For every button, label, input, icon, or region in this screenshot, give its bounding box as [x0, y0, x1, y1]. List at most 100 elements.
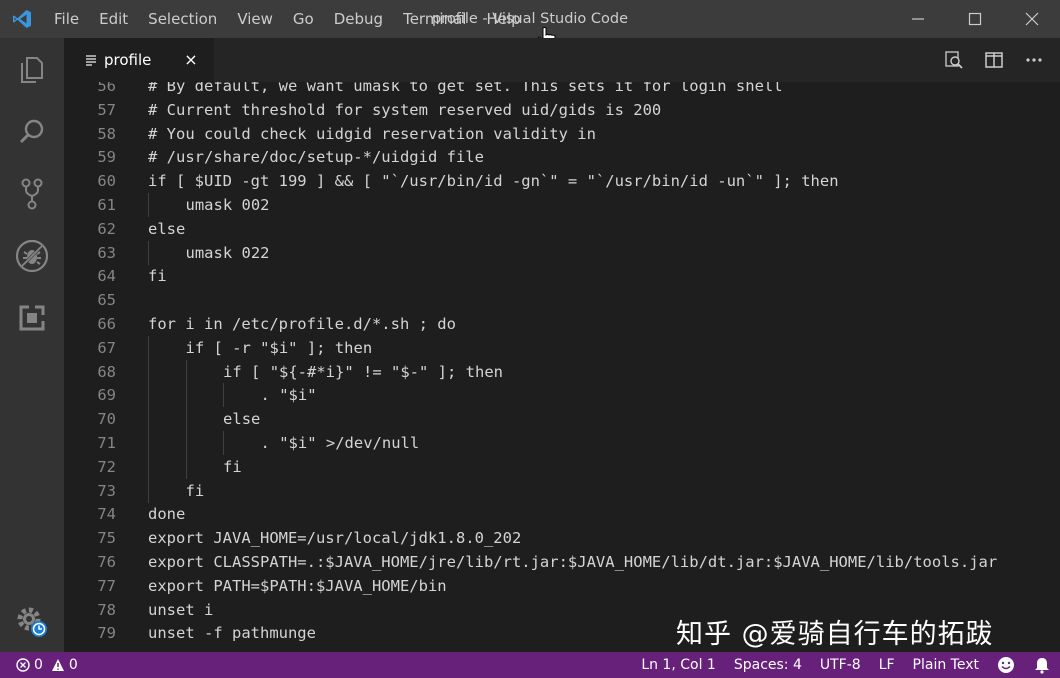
search-button[interactable] [0, 102, 64, 162]
line-number: 72 [97, 457, 116, 476]
file-encoding[interactable]: UTF-8 [820, 657, 861, 673]
line-number: 67 [97, 338, 116, 357]
source-control-icon [21, 178, 43, 210]
feedback-button[interactable] [997, 656, 1015, 674]
menu-view[interactable]: View [227, 0, 283, 38]
code-line[interactable]: 66 for i in /etc/profile.d/*.sh ; do [64, 312, 1060, 336]
debug-button[interactable] [0, 226, 64, 286]
more-actions-button[interactable] [1014, 38, 1054, 82]
cursor-position[interactable]: Ln 1, Col 1 [641, 657, 716, 673]
line-number: 56 [97, 82, 116, 95]
menu-help[interactable]: Help [476, 0, 530, 38]
line-text: unset -f pathmunge [148, 624, 316, 643]
menu-go[interactable]: Go [283, 0, 324, 38]
tab-bar: profile × [64, 38, 1060, 82]
code-line[interactable]: 58 # You could check uidgid reservation v… [64, 122, 1060, 146]
indent-guide [148, 193, 149, 217]
code-line[interactable]: 69 . "$i" [64, 383, 1060, 408]
line-text: unset i [148, 600, 214, 619]
menu-bar: File Edit Selection View Go Debug Termin… [44, 0, 531, 38]
line-text: export JAVA_HOME=/usr/local/jdk1.8.0_202 [148, 529, 522, 548]
tab-profile[interactable]: profile × [64, 38, 214, 82]
indent-guide [148, 431, 149, 455]
error-count: 0 [34, 657, 43, 673]
minimize-button[interactable] [889, 0, 946, 38]
title-bar: File Edit Selection View Go Debug Termin… [0, 0, 1060, 38]
menu-edit[interactable]: Edit [89, 0, 138, 38]
extensions-icon [19, 305, 45, 331]
code-line[interactable]: 60 if [ $UID -gt 199 ] && [ "`/usr/bin/id… [64, 169, 1060, 193]
debug-icon [15, 239, 49, 273]
open-preview-button[interactable] [934, 38, 974, 82]
line-number: 57 [97, 100, 116, 119]
indent-guide [185, 431, 187, 455]
search-icon [19, 119, 44, 144]
vscode-logo-icon [0, 0, 44, 38]
line-number: 59 [97, 148, 116, 167]
code-line[interactable]: 72 fi [64, 454, 1060, 479]
code-line[interactable]: 75 export JAVA_HOME=/usr/local/jdk1.8.0_2… [64, 526, 1060, 550]
tab-label: profile [104, 51, 152, 69]
tab-close-button[interactable]: × [182, 50, 200, 69]
indent-guide [185, 407, 187, 432]
code-line[interactable]: 70 else [64, 407, 1060, 432]
indentation-setting[interactable]: Spaces: 4 [734, 657, 802, 673]
code-line[interactable]: 57 # Current threshold for system reserve… [64, 98, 1060, 122]
line-number: 78 [97, 600, 116, 619]
problems-status[interactable]: 0 0 [16, 657, 78, 673]
code-line[interactable]: 77 export PATH=$PATH:$JAVA_HOME/bin [64, 574, 1060, 598]
line-number: 60 [97, 172, 116, 191]
window-controls [889, 0, 1060, 38]
open-preview-icon [945, 51, 963, 69]
menu-selection[interactable]: Selection [138, 0, 227, 38]
language-mode[interactable]: Plain Text [913, 657, 979, 673]
line-text: umask 002 [185, 196, 270, 214]
code-line[interactable]: 59 # /usr/share/doc/setup-*/uidgid file [64, 145, 1060, 169]
line-number: 61 [97, 196, 116, 214]
line-text: # You could check uidgid reservation val… [148, 124, 596, 143]
code-line[interactable]: 65 [64, 288, 1060, 312]
code-line[interactable]: 68 if [ "${-#*i}" != "$-" ]; then [64, 359, 1060, 384]
explorer-icon [21, 57, 43, 83]
line-number: 64 [97, 267, 116, 286]
code-line[interactable]: 71 . "$i" >/dev/null [64, 431, 1060, 455]
line-text: export PATH=$PATH:$JAVA_HOME/bin [148, 576, 447, 595]
line-text: . "$i" >/dev/null [260, 434, 420, 452]
indent-guide [148, 454, 149, 479]
line-text: # /usr/share/doc/setup-*/uidgid file [148, 148, 484, 167]
plain-text-file-icon [86, 55, 96, 66]
code-editor[interactable]: 56 # By default, we want umask to get set… [64, 82, 1060, 652]
code-line[interactable]: 63 umask 022 [64, 240, 1060, 265]
maximize-button[interactable] [946, 0, 1003, 38]
code-line[interactable]: 74 done [64, 502, 1060, 526]
indent-guide [148, 383, 149, 408]
menu-file[interactable]: File [44, 0, 89, 38]
settings-button[interactable] [0, 592, 64, 652]
end-of-line[interactable]: LF [879, 657, 895, 673]
code-line[interactable]: 73 fi [64, 478, 1060, 503]
code-line[interactable]: 56 # By default, we want umask to get set… [64, 82, 1060, 98]
explorer-button[interactable] [0, 40, 64, 100]
line-number: 79 [97, 624, 116, 643]
code-line[interactable]: 67 if [ -r "$i" ]; then [64, 335, 1060, 360]
line-text: fi [148, 267, 167, 286]
menu-terminal[interactable]: Terminal [393, 0, 476, 38]
code-line[interactable]: 61 umask 002 [64, 193, 1060, 217]
line-number: 69 [97, 386, 116, 405]
extensions-button[interactable] [0, 288, 64, 348]
close-button[interactable] [1003, 0, 1060, 38]
code-line[interactable]: 64 fi [64, 264, 1060, 288]
notifications-button[interactable] [1033, 656, 1051, 674]
split-editor-button[interactable] [974, 38, 1014, 82]
line-number: 58 [97, 124, 116, 143]
more-actions-icon [1026, 58, 1042, 62]
line-text: # By default, we want umask to get set. … [148, 82, 783, 95]
indent-guide [148, 240, 149, 265]
indent-guide [148, 407, 149, 432]
source-control-button[interactable] [0, 164, 64, 224]
code-line[interactable]: 76 export CLASSPATH=.:$JAVA_HOME/jre/lib/… [64, 550, 1060, 574]
line-number: 73 [97, 481, 116, 500]
menu-debug[interactable]: Debug [324, 0, 393, 38]
code-line[interactable]: 62 else [64, 217, 1060, 241]
indent-guide [185, 359, 187, 384]
